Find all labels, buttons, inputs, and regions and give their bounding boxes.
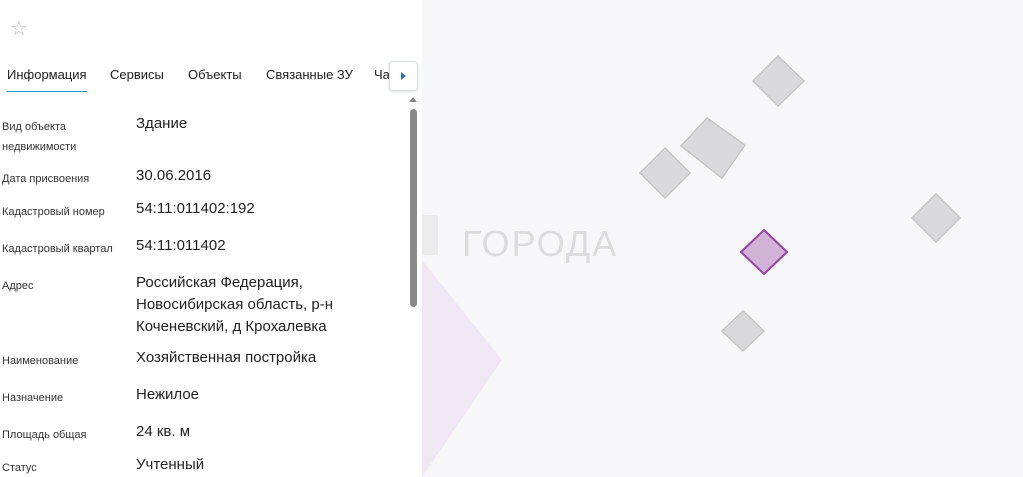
tab-services[interactable]: Сервисы (110, 58, 164, 91)
watermark-logo (422, 215, 438, 255)
chevron-right-icon (401, 72, 406, 80)
field-value: Учтенный (136, 456, 205, 473)
map-building[interactable] (910, 192, 962, 244)
tab-bar: Информация Сервисы Объекты Связанные ЗУ … (0, 58, 422, 92)
field-value: 54:11:011402:192 (136, 200, 255, 217)
scrollbar-thumb[interactable] (410, 109, 417, 307)
tab-information[interactable]: Информация (7, 58, 87, 92)
field-value: 54:11:011402 (136, 237, 226, 254)
field-value: Хозяйственная постройка (136, 349, 317, 366)
scroll-up-arrow-icon[interactable] (409, 97, 417, 102)
field-label: Кадастровый номер (2, 206, 105, 218)
field-value: 30.06.2016 (136, 167, 212, 184)
info-panel: ☆ Информация Сервисы Объекты Связанные З… (0, 0, 422, 477)
field-value: Нежилое (136, 386, 200, 403)
field-label: Площадь общая (2, 429, 87, 441)
field-label: Дата присвоения (2, 173, 90, 185)
tab-partial[interactable]: Ча (374, 58, 390, 91)
selected-building[interactable] (739, 228, 789, 276)
field-value: Российская Федерация, Новосибирская обла… (136, 274, 334, 335)
map-building[interactable] (638, 146, 692, 200)
field-label: Наименование (2, 355, 79, 367)
map-decor-shape (422, 260, 502, 477)
tab-scroll-right-button[interactable] (389, 61, 418, 91)
field-label: Кадастровый квартал (2, 243, 113, 255)
star-outline-icon[interactable]: ☆ (8, 18, 30, 40)
tab-objects[interactable]: Объекты (188, 58, 242, 91)
map-buildings (638, 54, 962, 353)
field-label: Вид объекта недвижимости (2, 121, 77, 153)
tab-related-plots[interactable]: Связанные ЗУ (266, 58, 353, 91)
map-building[interactable] (751, 54, 806, 108)
map-layer: ГОРОДА (422, 54, 962, 477)
field-label: Адрес (2, 280, 34, 292)
field-value: 24 кв. м (136, 423, 191, 440)
map-canvas[interactable]: ГОРОДА (422, 0, 1023, 477)
map-building[interactable] (679, 117, 747, 180)
field-value: Здание (136, 115, 188, 132)
map-building[interactable] (720, 309, 766, 353)
field-label: Статус (2, 462, 37, 474)
field-label: Назначение (2, 392, 64, 404)
map-watermark-text: ГОРОДА (462, 223, 618, 264)
